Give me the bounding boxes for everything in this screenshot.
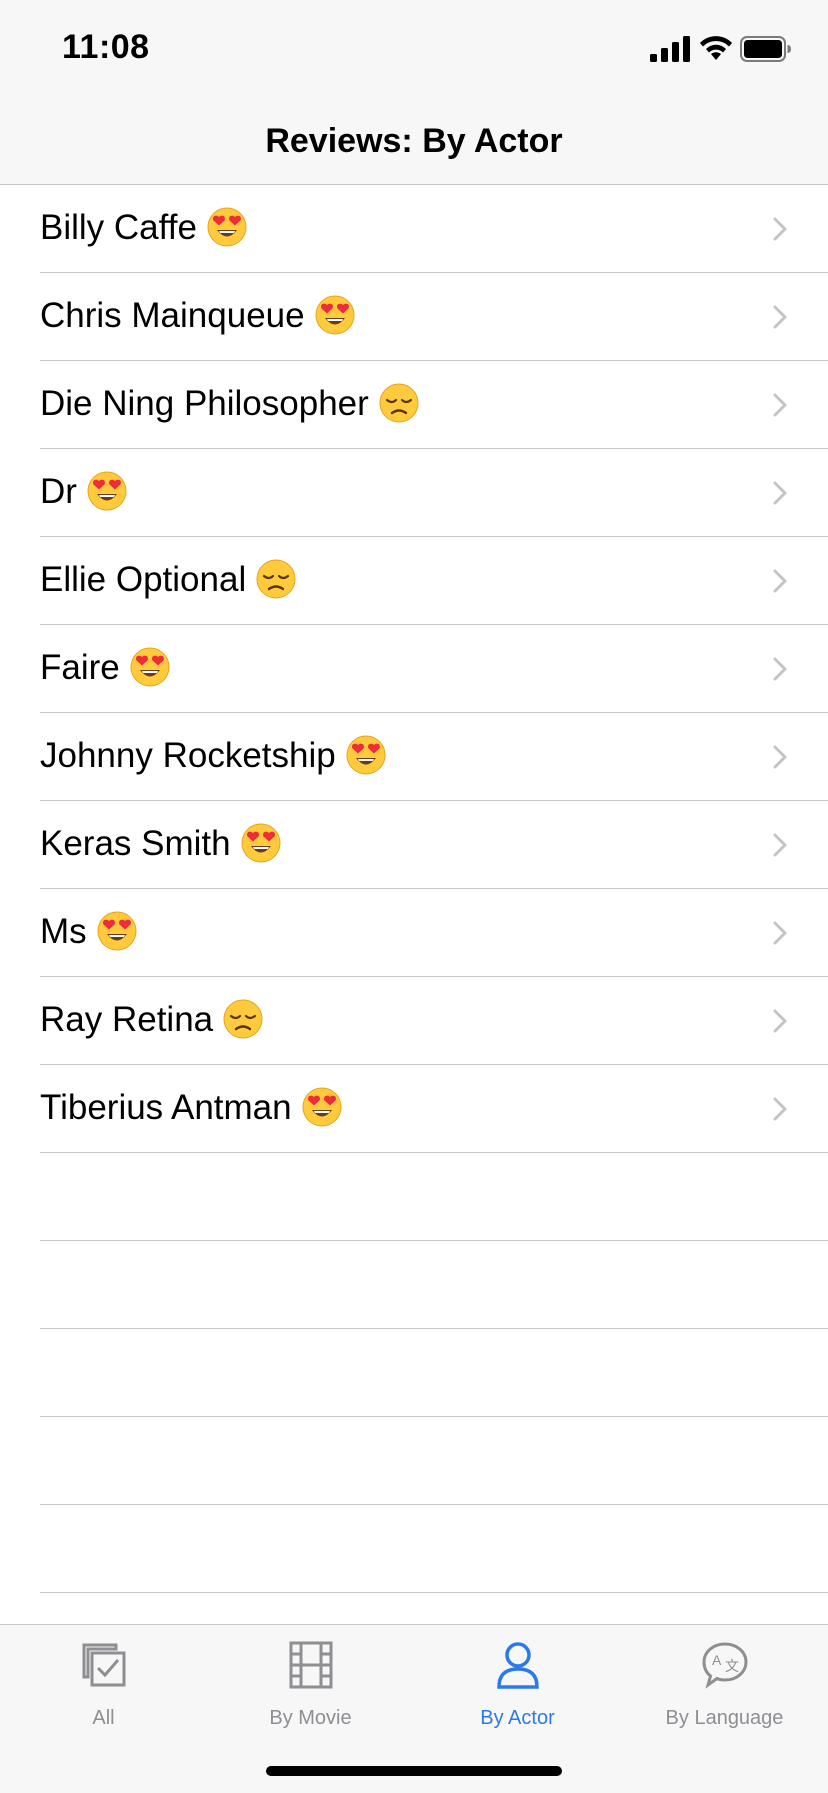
- list-item[interactable]: Billy Caffe: [0, 185, 828, 273]
- chevron-right-icon: [773, 833, 787, 857]
- chevron-right-icon: [773, 745, 787, 769]
- heart-eyes-emoji-icon: [130, 647, 170, 687]
- chevron-right-icon: [773, 1009, 787, 1033]
- chevron-right-icon: [773, 481, 787, 505]
- heart-eyes-emoji-icon: [97, 911, 137, 951]
- tab-label: By Actor: [480, 1707, 555, 1729]
- empty-row-separator: [0, 1153, 828, 1241]
- actor-name-text: Johnny Rocketship: [40, 736, 336, 775]
- actor-name: Ray Retina: [40, 998, 263, 1042]
- heart-eyes-emoji-icon: [302, 1087, 342, 1127]
- empty-row-separator: [0, 1241, 828, 1329]
- heart-eyes-emoji-icon: [87, 471, 127, 511]
- status-time: 11:08: [62, 28, 150, 66]
- translate-icon: A 文: [702, 1642, 748, 1689]
- person-icon: [497, 1642, 539, 1689]
- heart-eyes-emoji-icon: [207, 207, 247, 247]
- chevron-right-icon: [773, 393, 787, 417]
- actor-name-text: Ellie Optional: [40, 560, 247, 599]
- chevron-right-icon: [773, 921, 787, 945]
- list-item[interactable]: Tiberius Antman: [0, 1065, 828, 1153]
- actor-name: Faire: [40, 646, 170, 690]
- tab-by-language[interactable]: A 文 By Language: [621, 1625, 828, 1735]
- empty-row-separator: [0, 1417, 828, 1505]
- actor-name-text: Tiberius Antman: [40, 1088, 292, 1127]
- actor-name-text: Dr: [40, 472, 77, 511]
- tab-label: By Movie: [269, 1707, 352, 1729]
- actor-list: Billy Caffe Chris Mainqueue Die Ning Philo…: [0, 185, 828, 1593]
- svg-text:文: 文: [725, 1658, 739, 1674]
- heart-eyes-emoji-icon: [346, 735, 386, 775]
- svg-text:A: A: [712, 1652, 722, 1668]
- heart-eyes-emoji-icon: [315, 295, 355, 335]
- tab-all[interactable]: All: [0, 1625, 207, 1735]
- actor-name-text: Faire: [40, 648, 120, 687]
- actor-name: Chris Mainqueue: [40, 294, 355, 338]
- home-indicator: [266, 1766, 562, 1776]
- tab-by-actor[interactable]: By Actor: [414, 1625, 621, 1735]
- empty-row-separator: [0, 1329, 828, 1417]
- list-item[interactable]: Keras Smith: [0, 801, 828, 889]
- disappointed-emoji-icon: [256, 559, 296, 599]
- list-item[interactable]: Chris Mainqueue: [0, 273, 828, 361]
- cellular-signal-icon: [650, 36, 690, 62]
- list-item[interactable]: Johnny Rocketship: [0, 713, 828, 801]
- wifi-icon: [700, 36, 732, 60]
- page-title: Reviews: By Actor: [265, 122, 563, 160]
- actor-name: Ellie Optional: [40, 558, 296, 602]
- actor-name: Dr: [40, 470, 127, 514]
- chevron-right-icon: [773, 305, 787, 329]
- actor-name-text: Die Ning Philosopher: [40, 384, 369, 423]
- list-item[interactable]: Dr: [0, 449, 828, 537]
- actor-name: Johnny Rocketship: [40, 734, 386, 778]
- battery-icon: [740, 36, 791, 62]
- actor-name: Ms: [40, 910, 137, 954]
- list-item[interactable]: Ellie Optional: [0, 537, 828, 625]
- tab-by-movie[interactable]: By Movie: [207, 1625, 414, 1735]
- actor-name: Tiberius Antman: [40, 1086, 342, 1130]
- list-item[interactable]: Faire: [0, 625, 828, 713]
- disappointed-emoji-icon: [379, 383, 419, 423]
- actor-name: Keras Smith: [40, 822, 281, 866]
- checklist-icon: [82, 1643, 126, 1687]
- actor-name-text: Chris Mainqueue: [40, 296, 305, 335]
- actor-name-text: Ms: [40, 912, 87, 951]
- actor-name-text: Ray Retina: [40, 1000, 214, 1039]
- disappointed-emoji-icon: [223, 999, 263, 1039]
- list-item[interactable]: Ms: [0, 889, 828, 977]
- actor-name-text: Keras Smith: [40, 824, 231, 863]
- actor-name: Billy Caffe: [40, 206, 247, 250]
- actor-name-text: Billy Caffe: [40, 208, 197, 247]
- status-icons: [650, 34, 796, 64]
- chevron-right-icon: [773, 217, 787, 241]
- tab-label: All: [92, 1707, 115, 1729]
- list-item[interactable]: Die Ning Philosopher: [0, 361, 828, 449]
- navigation-bar: Reviews: By Actor: [0, 94, 828, 185]
- list-item[interactable]: Ray Retina: [0, 977, 828, 1065]
- film-icon: [289, 1641, 333, 1689]
- chevron-right-icon: [773, 657, 787, 681]
- chevron-right-icon: [773, 569, 787, 593]
- empty-row-separator: [0, 1505, 828, 1593]
- heart-eyes-emoji-icon: [241, 823, 281, 863]
- status-bar: 11:08: [0, 0, 828, 94]
- tab-label: By Language: [665, 1707, 784, 1729]
- actor-name: Die Ning Philosopher: [40, 382, 419, 426]
- chevron-right-icon: [773, 1097, 787, 1121]
